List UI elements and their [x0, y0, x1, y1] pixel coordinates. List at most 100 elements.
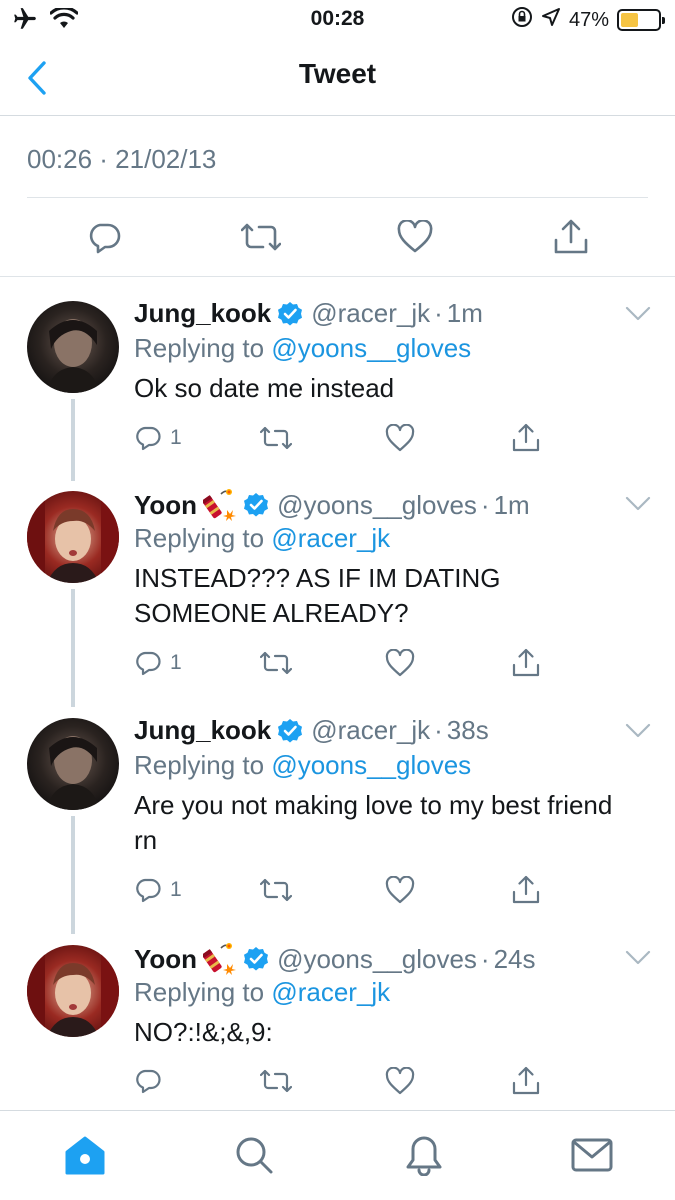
chevron-down-icon[interactable] — [624, 494, 652, 514]
retweet-button[interactable] — [260, 646, 292, 680]
reply-header: Jung_kook @racer_jk · 1m — [134, 298, 483, 329]
battery-percent: 47% — [568, 8, 609, 31]
tab-search[interactable] — [232, 1133, 276, 1177]
chevron-down-icon[interactable] — [624, 304, 652, 324]
tweet-text: NO?:!&;&,9: — [134, 1017, 273, 1047]
like-button[interactable] — [385, 421, 415, 455]
heart-icon — [385, 1067, 415, 1095]
like-button[interactable] — [385, 1064, 415, 1098]
retweet-icon — [260, 651, 292, 675]
reply-icon — [89, 223, 121, 254]
reply-tweet[interactable]: Jung_kook @racer_jk · 1m Replying to @yo… — [0, 280, 675, 481]
home-icon — [65, 1136, 105, 1175]
reply-icon — [136, 426, 161, 451]
reply-tweet[interactable]: Yoon @yoons__gloves · 24s Replying to @r… — [0, 924, 675, 1110]
reply-count: 1 — [170, 878, 182, 901]
reply-button[interactable] — [134, 1064, 170, 1098]
retweet-button[interactable] — [260, 1064, 292, 1098]
heart-icon — [385, 876, 415, 904]
separator: · — [434, 715, 443, 745]
author-handle[interactable]: @racer_jk — [311, 298, 430, 329]
mention-link[interactable]: @racer_jk — [271, 523, 390, 553]
tweet-age: 24s — [493, 943, 536, 974]
firecracker-icon — [203, 942, 237, 976]
reply-header: Yoon @yoons__gloves · 24s — [134, 942, 536, 976]
notifications-icon — [406, 1136, 442, 1176]
retweet-button[interactable] — [260, 421, 292, 455]
tab-notifications[interactable] — [402, 1133, 446, 1177]
reply-button[interactable] — [81, 214, 127, 260]
battery-level — [621, 13, 638, 27]
reply-count: 1 — [170, 426, 182, 449]
tab-bar — [0, 1110, 675, 1200]
reply-button[interactable]: 1 — [134, 646, 182, 680]
mention-link[interactable]: @racer_jk — [271, 977, 390, 1007]
reply-button[interactable]: 1 — [134, 421, 182, 455]
chevron-down-icon[interactable] — [624, 948, 652, 968]
share-icon — [554, 219, 588, 254]
verified-icon — [277, 300, 304, 327]
reply-count: 1 — [170, 651, 182, 674]
replying-to: Replying to @yoons__gloves — [134, 750, 471, 781]
reply-actions — [0, 1064, 675, 1098]
share-button[interactable] — [511, 646, 541, 680]
retweet-icon — [241, 223, 281, 251]
avatar[interactable] — [27, 718, 119, 810]
reply-tweet[interactable]: Jung_kook @racer_jk · 38s Replying to @y… — [0, 697, 675, 934]
share-icon — [512, 1066, 540, 1095]
verified-icon — [243, 946, 270, 972]
author-name[interactable]: Jung_kook — [134, 298, 271, 329]
share-button[interactable] — [511, 873, 541, 907]
author-handle[interactable]: @yoons__gloves — [277, 490, 477, 521]
tweet-text: Are you not making love to my best frien… — [134, 790, 613, 855]
tab-home[interactable] — [63, 1133, 107, 1177]
share-icon — [512, 423, 540, 452]
share-button[interactable] — [511, 421, 541, 455]
heart-icon — [397, 220, 433, 253]
share-button[interactable] — [548, 214, 594, 260]
tweet-age: 38s — [446, 715, 489, 745]
like-button[interactable] — [392, 214, 438, 260]
tab-messages[interactable] — [570, 1133, 614, 1177]
author-handle[interactable]: @racer_jk — [311, 715, 430, 746]
retweet-button[interactable] — [260, 873, 292, 907]
avatar[interactable] — [27, 301, 119, 393]
replying-label: Replying to — [134, 333, 265, 363]
reply-icon — [136, 878, 161, 903]
reply-actions: 1 — [0, 873, 675, 907]
reply-button[interactable]: 1 — [134, 873, 182, 907]
mention-link[interactable]: @yoons__gloves — [271, 333, 471, 363]
status-right: 47% — [511, 6, 665, 34]
avatar[interactable] — [27, 945, 119, 1037]
reply-actions: 1 — [0, 421, 675, 455]
share-button[interactable] — [511, 1064, 541, 1098]
reply-actions: 1 — [0, 646, 675, 680]
author-name[interactable]: Yoon — [134, 944, 197, 975]
reply-tweet[interactable]: Yoon @yoons__gloves · 1m Replying to @ra… — [0, 470, 675, 707]
like-button[interactable] — [385, 873, 415, 907]
author-name[interactable]: Yoon — [134, 490, 197, 521]
mention-link[interactable]: @yoons__gloves — [271, 750, 471, 780]
search-icon — [236, 1137, 273, 1174]
verified-icon — [277, 717, 304, 744]
chevron-down-icon[interactable] — [624, 721, 652, 741]
share-icon — [512, 875, 540, 904]
nav-bar: Tweet — [0, 40, 675, 116]
tweet-actions — [0, 214, 675, 260]
tweet-text: Ok so date me instead — [134, 373, 395, 403]
avatar[interactable] — [27, 491, 119, 583]
retweet-icon — [260, 1069, 292, 1093]
tweet-text: INSTEAD??? AS IF IM DATING SOMEONE ALREA… — [134, 563, 501, 628]
separator: · — [480, 943, 490, 974]
like-button[interactable] — [385, 646, 415, 680]
author-name[interactable]: Jung_kook — [134, 715, 271, 746]
retweet-icon — [260, 878, 292, 902]
retweet-button[interactable] — [238, 214, 284, 260]
reply-icon — [136, 1069, 161, 1094]
status-bar: 00:28 47% — [0, 0, 675, 40]
author-handle[interactable]: @yoons__gloves — [277, 944, 477, 975]
firecracker-icon — [203, 488, 237, 522]
tweet-age: 1m — [493, 489, 530, 520]
retweet-icon — [260, 426, 292, 450]
battery-icon — [617, 9, 665, 31]
